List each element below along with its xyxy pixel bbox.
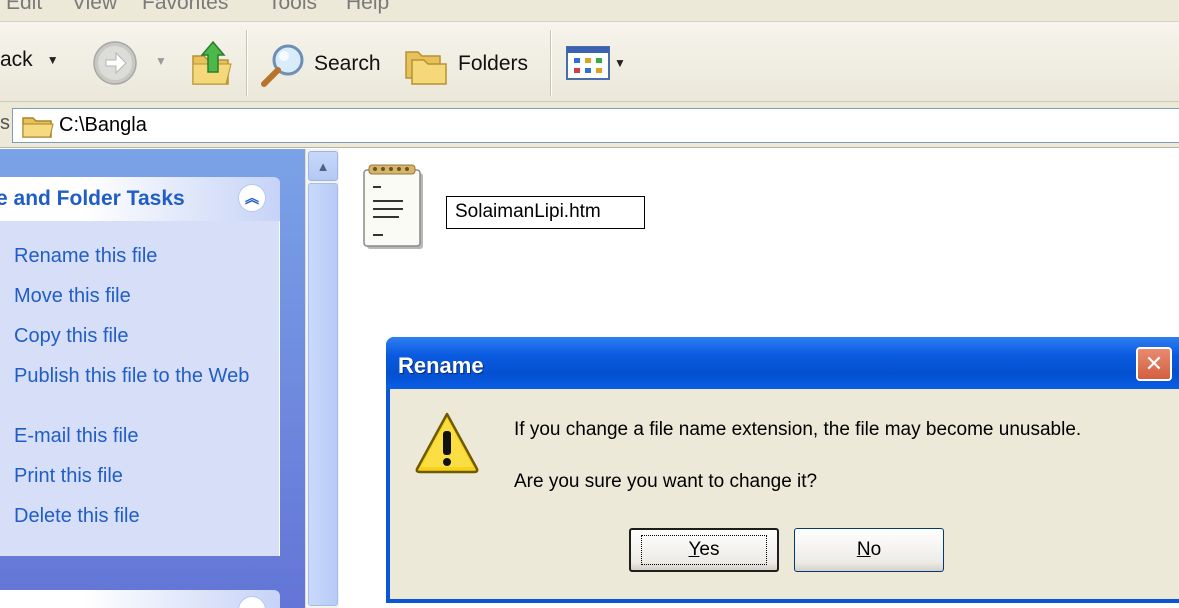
dialog-titlebar[interactable]: Rename ✕ bbox=[386, 337, 1179, 389]
no-button[interactable]: No bbox=[794, 528, 944, 572]
back-label: ack bbox=[0, 48, 33, 71]
close-icon[interactable]: ✕ bbox=[1136, 347, 1172, 381]
yes-button-label: Yes bbox=[641, 535, 767, 565]
task-list: Rename this file Move this file Copy thi… bbox=[0, 221, 280, 556]
menu-favorites[interactable]: Favorites bbox=[142, 0, 228, 15]
folders-icon bbox=[405, 51, 447, 85]
search-label: Search bbox=[314, 52, 381, 75]
menu-view[interactable]: View bbox=[72, 0, 117, 15]
collapse-icon[interactable]: ︽ bbox=[238, 184, 266, 212]
folder-icon bbox=[22, 116, 54, 138]
back-button[interactable]: ack ▼ bbox=[0, 48, 59, 72]
task-pane-scrollbar[interactable]: ▲ bbox=[305, 149, 339, 608]
forward-icon[interactable] bbox=[92, 40, 138, 86]
address-bar: s C:\Bangla bbox=[0, 102, 1179, 148]
rename-input[interactable]: SolaimanLipi.htm bbox=[446, 196, 645, 229]
notepad-document-icon[interactable] bbox=[363, 163, 427, 251]
address-input[interactable]: C:\Bangla bbox=[12, 108, 1179, 143]
address-label: s bbox=[0, 112, 10, 134]
dialog-body: If you change a file name extension, the… bbox=[390, 389, 1179, 599]
task-rename-file[interactable]: Rename this file bbox=[14, 244, 264, 269]
views-dropdown-icon[interactable]: ▼ bbox=[614, 56, 626, 70]
task-move-file[interactable]: Move this file bbox=[14, 284, 264, 309]
task-pane: e and Folder Tasks ︽ Rename this file Mo… bbox=[0, 149, 305, 608]
dialog-title: Rename bbox=[398, 353, 484, 378]
yes-button[interactable]: Yes bbox=[629, 528, 779, 572]
task-email-file[interactable]: E-mail this file bbox=[14, 424, 264, 449]
menu-help[interactable]: Help bbox=[346, 0, 389, 15]
task-header[interactable]: e and Folder Tasks ︽ bbox=[0, 177, 280, 221]
folders-button[interactable]: Folders bbox=[402, 42, 528, 86]
address-path: C:\Bangla bbox=[59, 114, 147, 136]
forward-dropdown-icon[interactable]: ▼ bbox=[155, 54, 167, 68]
up-folder-icon[interactable] bbox=[190, 38, 234, 88]
back-dropdown-icon[interactable]: ▼ bbox=[47, 53, 59, 67]
task-print-file[interactable]: Print this file bbox=[14, 464, 264, 489]
task-header-secondary[interactable]: ︽ bbox=[0, 590, 280, 608]
rename-dialog: Rename ✕ If you change a file name exten… bbox=[386, 337, 1179, 603]
search-button[interactable]: Search bbox=[258, 40, 381, 88]
task-delete-file[interactable]: Delete this file bbox=[14, 504, 264, 529]
task-publish-file[interactable]: Publish this file to the Web bbox=[14, 364, 264, 389]
task-copy-file[interactable]: Copy this file bbox=[14, 324, 264, 349]
menu-edit[interactable]: Edit bbox=[6, 0, 42, 15]
warning-icon bbox=[415, 412, 479, 474]
views-icon bbox=[566, 46, 610, 80]
search-icon bbox=[261, 44, 304, 87]
toolbar-separator bbox=[550, 30, 552, 96]
no-button-label: No bbox=[856, 539, 882, 560]
toolbar: ack ▼ ▼ Search Folders ▼ bbox=[0, 22, 1179, 102]
views-button[interactable]: ▼ bbox=[566, 46, 626, 80]
toolbar-separator bbox=[246, 30, 248, 96]
folders-label: Folders bbox=[458, 52, 529, 75]
menu-bar: Edit View Favorites Tools Help bbox=[0, 0, 1179, 22]
dialog-message: If you change a file name extension, the… bbox=[514, 419, 1082, 440]
dialog-question: Are you sure you want to change it? bbox=[514, 471, 818, 492]
scroll-up-icon[interactable]: ▲ bbox=[308, 151, 338, 181]
task-header-title: e and Folder Tasks bbox=[0, 187, 185, 210]
menu-tools[interactable]: Tools bbox=[268, 0, 317, 15]
scroll-thumb[interactable] bbox=[308, 183, 338, 606]
collapse-icon[interactable]: ︽ bbox=[238, 596, 266, 608]
